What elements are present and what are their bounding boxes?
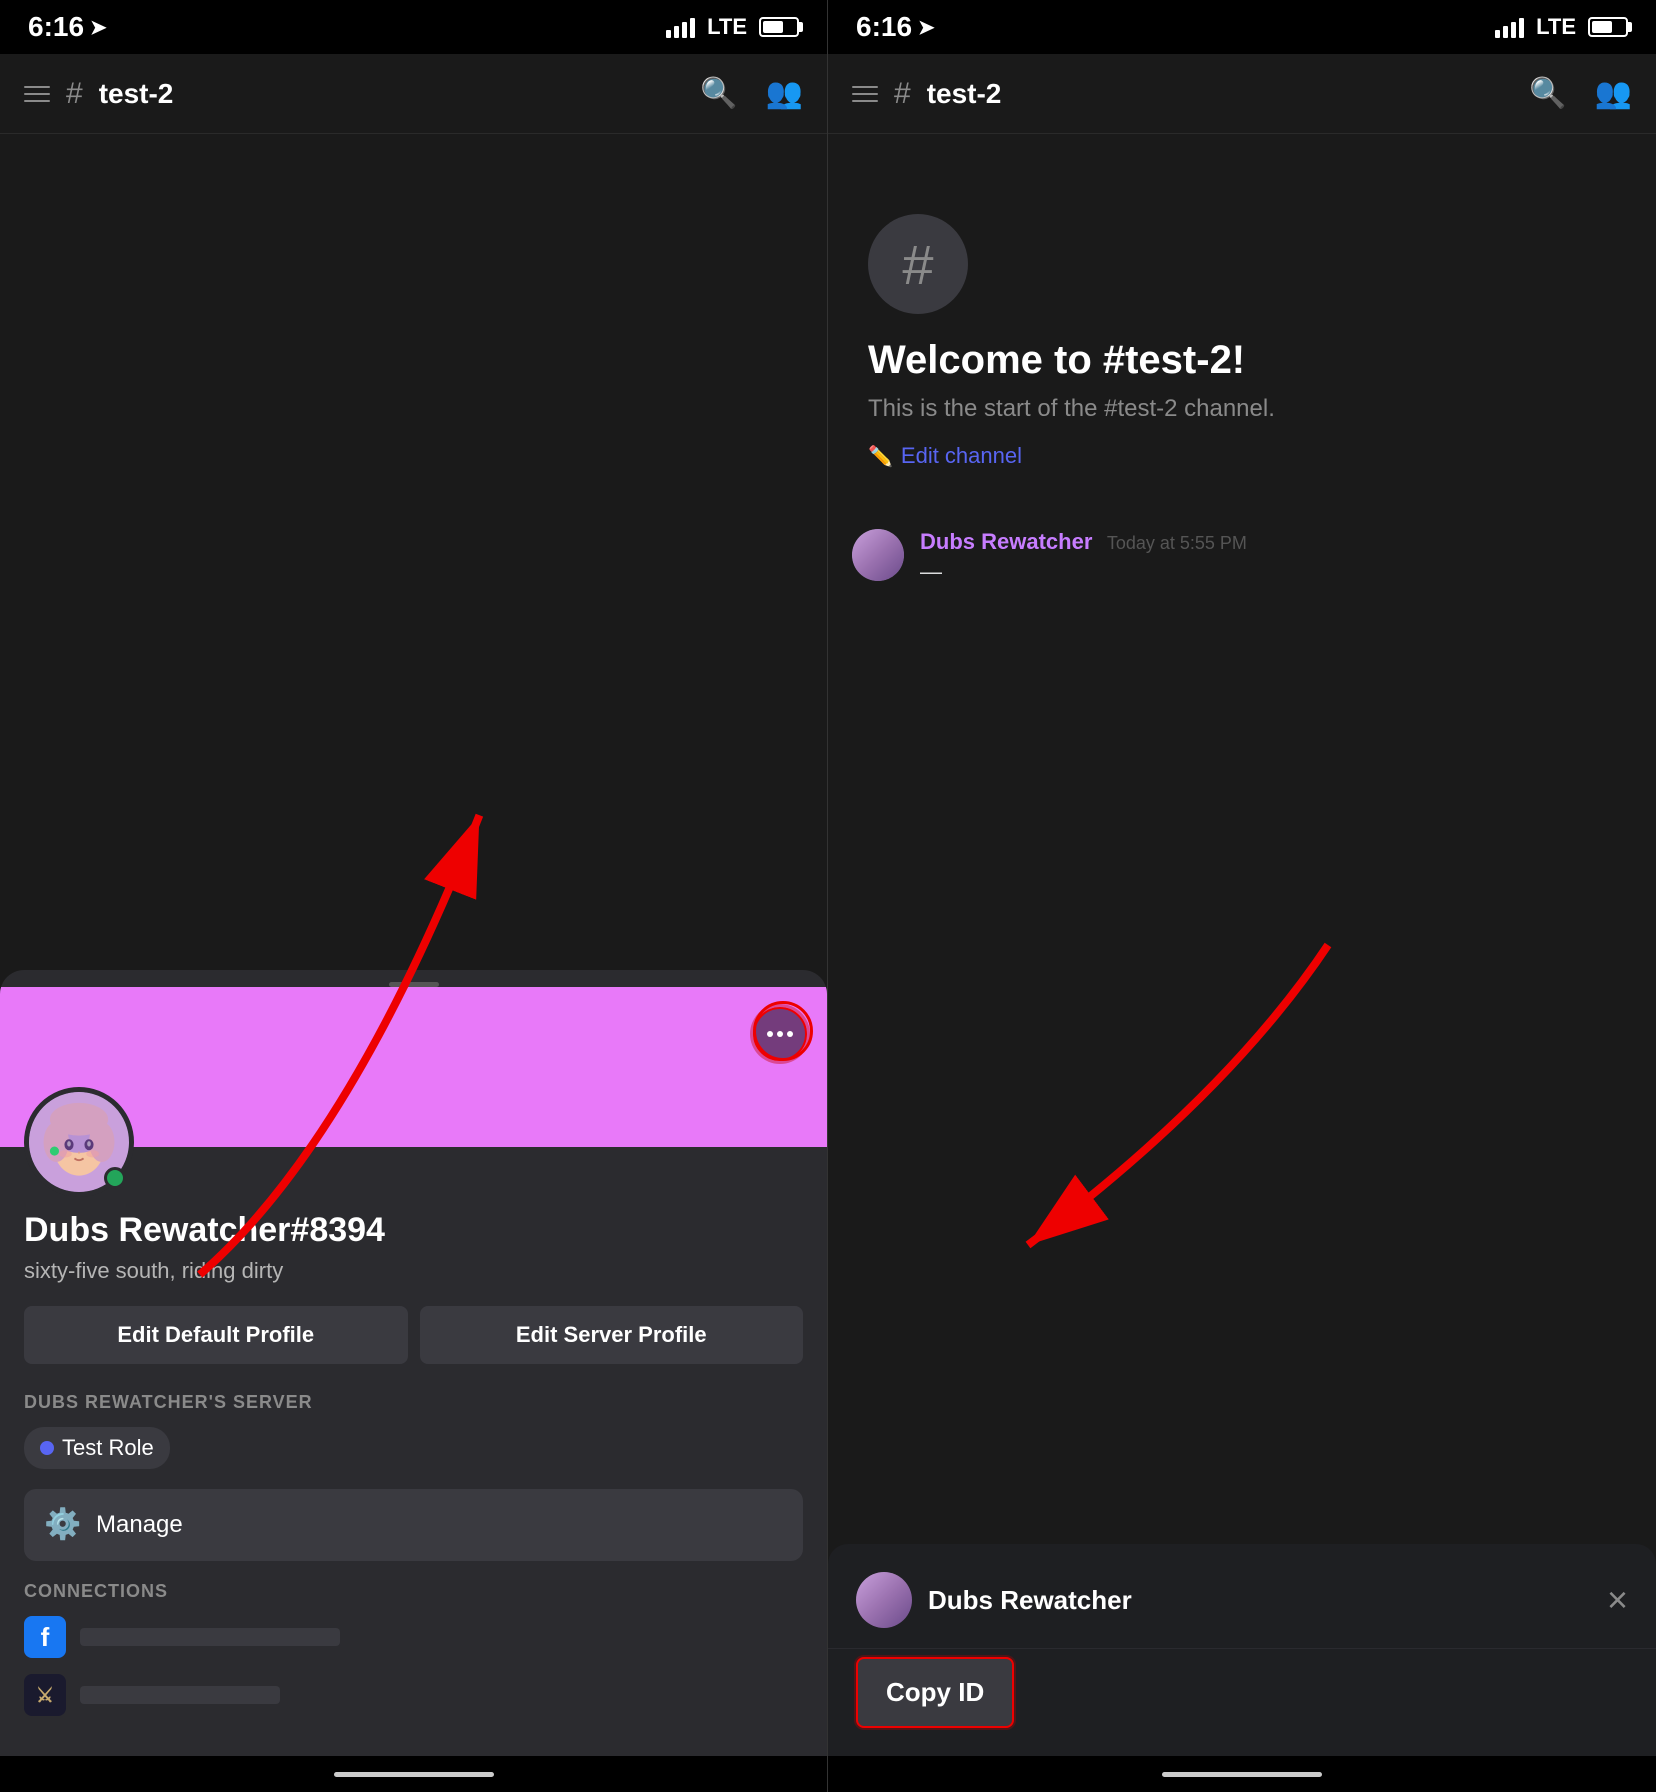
- welcome-section: # Welcome to #test-2! This is the start …: [828, 134, 1656, 509]
- context-popup-header: Dubs Rewatcher ×: [828, 1564, 1656, 1649]
- profile-bio: sixty-five south, riding dirty: [24, 1258, 803, 1284]
- time-text-right: 6:16: [856, 11, 912, 43]
- battery-icon-left: [759, 17, 799, 37]
- home-bar-left: [334, 1772, 494, 1777]
- manage-row[interactable]: ⚙️ Manage: [24, 1489, 803, 1561]
- status-icons-left: LTE: [666, 14, 799, 40]
- edit-channel-link[interactable]: ✏️ Edit channel: [868, 443, 1022, 469]
- home-bar-right: [1162, 1772, 1322, 1777]
- nav-icons-right: 🔍 👥: [1529, 76, 1632, 111]
- hamburger-icon-right[interactable]: [852, 86, 878, 102]
- lol-username: [80, 1686, 280, 1704]
- battery-icon-right: [1588, 17, 1628, 37]
- channel-name-right: test-2: [927, 78, 1514, 110]
- connections-section: CONNECTIONS f ⚔: [24, 1581, 803, 1716]
- message-author: Dubs Rewatcher: [920, 529, 1092, 554]
- lte-label-left: LTE: [707, 14, 747, 40]
- battery-fill-left: [763, 21, 783, 33]
- left-phone-panel: 6:16 ➤ LTE # test-2 🔍 👥: [0, 0, 828, 1792]
- status-icons-right: LTE: [1495, 14, 1628, 40]
- right-phone-panel: 6:16 ➤ LTE # test-2 🔍 👥: [828, 0, 1656, 1792]
- location-icon-right: ➤: [918, 15, 935, 40]
- status-bar-right: 6:16 ➤ LTE: [828, 0, 1656, 54]
- profile-banner: [0, 987, 827, 1147]
- time-text-left: 6:16: [28, 11, 84, 43]
- copy-id-button[interactable]: Copy ID: [856, 1657, 1014, 1728]
- online-status-dot: [104, 1167, 126, 1189]
- edit-default-profile-button[interactable]: Edit Default Profile: [24, 1306, 408, 1364]
- profile-body: Dubs Rewatcher#8394 sixty-five south, ri…: [0, 1147, 827, 1756]
- facebook-username: [80, 1628, 340, 1646]
- context-username: Dubs Rewatcher: [928, 1585, 1132, 1616]
- search-icon-left[interactable]: 🔍: [700, 76, 737, 111]
- status-bar-left: 6:16 ➤ LTE: [0, 0, 827, 54]
- welcome-subtitle: This is the start of the #test-2 channel…: [868, 395, 1275, 423]
- message-text: —: [920, 559, 1632, 585]
- role-label: Test Role: [62, 1435, 154, 1461]
- facebook-icon: f: [24, 1616, 66, 1658]
- lol-connection: ⚔: [24, 1674, 803, 1716]
- chat-area-right: # Welcome to #test-2! This is the start …: [828, 134, 1656, 1756]
- role-badge: Test Role: [24, 1427, 170, 1469]
- more-options-button[interactable]: [753, 1007, 807, 1061]
- signal-bars-left: [666, 16, 695, 38]
- hash-icon-left: #: [66, 77, 83, 111]
- profile-username: Dubs Rewatcher#8394: [24, 1211, 803, 1250]
- context-menu-popup: Dubs Rewatcher × Copy ID: [828, 1544, 1656, 1756]
- more-dots-icon: [767, 1031, 793, 1037]
- profile-action-buttons: Edit Default Profile Edit Server Profile: [24, 1306, 803, 1364]
- pencil-icon: ✏️: [868, 444, 893, 469]
- members-icon-left[interactable]: 👥: [766, 76, 803, 111]
- search-icon-right[interactable]: 🔍: [1529, 76, 1566, 111]
- server-section-label: DUBS REWATCHER'S SERVER: [24, 1392, 803, 1413]
- signal-bars-right: [1495, 16, 1524, 38]
- message-avatar: [852, 529, 904, 581]
- lte-label-right: LTE: [1536, 14, 1576, 40]
- hash-icon-right: #: [894, 77, 911, 111]
- nav-icons-left: 🔍 👥: [700, 76, 803, 111]
- members-icon-right[interactable]: 👥: [1595, 76, 1632, 111]
- connections-label: CONNECTIONS: [24, 1581, 803, 1602]
- welcome-title: Welcome to #test-2!: [868, 338, 1245, 383]
- gear-icon: ⚙️: [44, 1507, 80, 1543]
- message-item: Dubs Rewatcher Today at 5:55 PM —: [852, 529, 1632, 585]
- profile-avatar-wrapper: [24, 1087, 134, 1197]
- lol-icon: ⚔: [24, 1674, 66, 1716]
- channel-name-left: test-2: [99, 78, 685, 110]
- edit-channel-label: Edit channel: [901, 443, 1022, 469]
- role-dot-icon: [40, 1441, 54, 1455]
- profile-sheet: Dubs Rewatcher#8394 sixty-five south, ri…: [0, 970, 827, 1756]
- message-header: Dubs Rewatcher Today at 5:55 PM: [920, 529, 1632, 555]
- channel-hash-icon: #: [868, 214, 968, 314]
- battery-fill-right: [1592, 21, 1612, 33]
- messages-area: Dubs Rewatcher Today at 5:55 PM —: [828, 509, 1656, 625]
- context-user-info: Dubs Rewatcher: [856, 1572, 1132, 1628]
- hamburger-icon[interactable]: [24, 86, 50, 102]
- home-indicator-left: [0, 1756, 827, 1792]
- time-left: 6:16 ➤: [28, 11, 107, 43]
- message-time: Today at 5:55 PM: [1107, 533, 1247, 553]
- edit-server-profile-button[interactable]: Edit Server Profile: [420, 1306, 804, 1364]
- nav-bar-left: # test-2 🔍 👥: [0, 54, 827, 134]
- manage-label: Manage: [96, 1511, 183, 1539]
- facebook-connection: f: [24, 1616, 803, 1658]
- context-close-button[interactable]: ×: [1607, 1582, 1628, 1618]
- location-icon: ➤: [90, 15, 107, 40]
- message-avatar-image: [852, 529, 904, 581]
- home-indicator-right: [828, 1756, 1656, 1792]
- context-avatar: [856, 1572, 912, 1628]
- chat-area-left: Dubs Rewatcher#8394 sixty-five south, ri…: [0, 134, 827, 1756]
- server-section: DUBS REWATCHER'S SERVER Test Role: [24, 1392, 803, 1489]
- nav-bar-right: # test-2 🔍 👥: [828, 54, 1656, 134]
- message-content: Dubs Rewatcher Today at 5:55 PM —: [920, 529, 1632, 585]
- time-right: 6:16 ➤: [856, 11, 935, 43]
